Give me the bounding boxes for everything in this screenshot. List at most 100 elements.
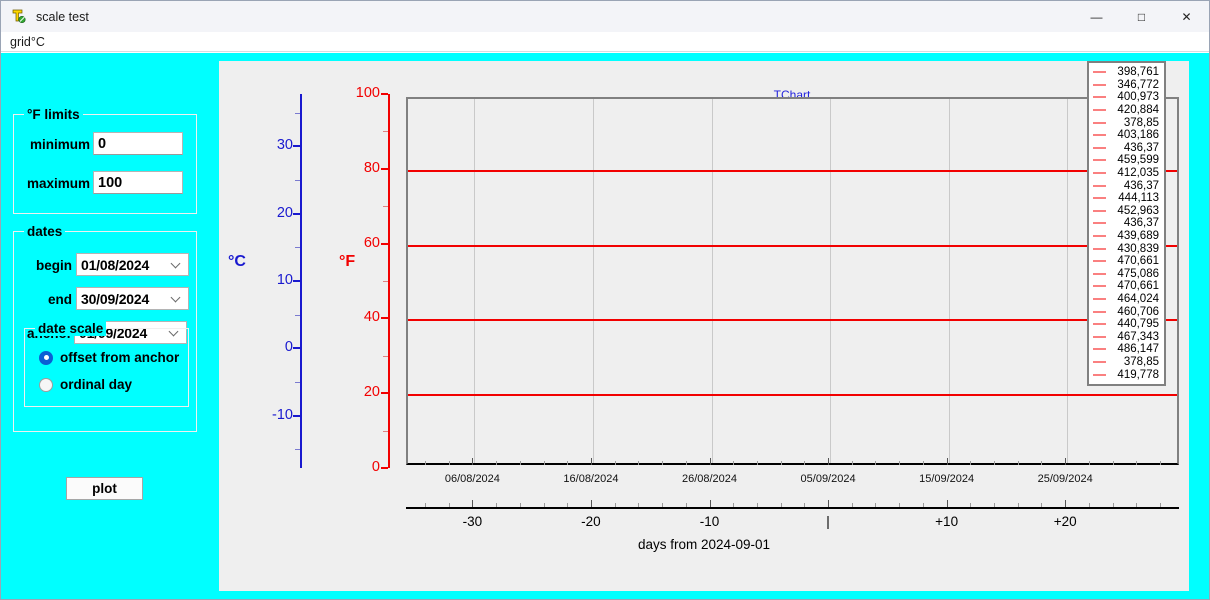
window-controls: — □ ✕ [1074, 1, 1209, 32]
offset-tick [448, 503, 450, 507]
offset-tick-label: | [826, 514, 830, 529]
date-tick [662, 461, 664, 465]
legend-item[interactable]: 444,113 [1093, 192, 1159, 205]
legend-series-marker-icon [1093, 373, 1106, 376]
legend-series-marker-icon [1093, 83, 1106, 86]
radio-button-icon[interactable] [39, 377, 53, 392]
fahrenheit-axis-line [388, 94, 390, 468]
legend-item[interactable]: 430,839 [1093, 242, 1159, 255]
date-tick [543, 461, 545, 465]
maximize-button[interactable]: □ [1119, 1, 1164, 32]
gridline-vertical [474, 99, 476, 463]
legend-series-marker-icon [1093, 272, 1106, 275]
chart-legend[interactable]: 398,761 346,772 400,973 420,884 378,85 403,18… [1087, 61, 1166, 386]
radio-label-offset-from-anchor: offset from anchor [60, 350, 180, 365]
legend-series-value: 440,795 [1117, 318, 1159, 331]
date-tick [922, 461, 924, 465]
radio-offset-from-anchor[interactable]: offset from anchor [39, 350, 179, 365]
legend-series-value: 459,599 [1117, 154, 1159, 167]
legend-item[interactable]: 440,795 [1093, 318, 1159, 331]
celsius-tick [293, 212, 300, 215]
date-tick [496, 461, 498, 465]
offset-tick [1017, 503, 1019, 507]
legend-item[interactable]: 400,973 [1093, 91, 1159, 104]
offset-tick [922, 503, 924, 507]
legend-series-value: 467,343 [1117, 330, 1159, 343]
legend-series-value: 444,113 [1118, 192, 1159, 205]
fahrenheit-tick-label: 20 [363, 384, 380, 401]
date-tick-label: 05/09/2024 [800, 473, 856, 485]
fahrenheit-tick [383, 206, 388, 208]
radio-button-icon[interactable] [39, 350, 53, 365]
offset-tick [851, 503, 853, 507]
maximum-input[interactable] [93, 171, 183, 194]
offset-tick [496, 503, 498, 507]
date-tick [851, 461, 853, 465]
legend-item[interactable]: 486,147 [1093, 343, 1159, 356]
legend-item[interactable]: 346,772 [1093, 79, 1159, 92]
date-tick [590, 458, 592, 465]
radio-label-ordinal-day: ordinal day [60, 377, 133, 392]
radio-ordinal-day[interactable]: ordinal day [39, 377, 132, 392]
legend-item[interactable]: 475,086 [1093, 268, 1159, 281]
date-tick [567, 461, 569, 465]
client-area: °F limits minimum maximum dates begin 01… [1, 53, 1209, 599]
legend-series-marker-icon [1093, 71, 1106, 74]
legend-item[interactable]: 378,85 [1093, 116, 1159, 129]
legend-item[interactable]: 436,37 [1093, 142, 1159, 155]
menu-item-grid-celsius[interactable]: grid°C [6, 35, 49, 49]
menu-bar: grid°C [1, 32, 1209, 52]
date-tick [875, 461, 877, 465]
legend-item[interactable]: 419,778 [1093, 368, 1159, 381]
legend-series-marker-icon [1093, 310, 1106, 313]
plot-button[interactable]: plot [66, 477, 143, 500]
minimum-input[interactable] [93, 132, 183, 155]
date-tick [970, 461, 972, 465]
close-button[interactable]: ✕ [1164, 1, 1209, 32]
legend-item[interactable]: 439,689 [1093, 230, 1159, 243]
legend-series-value: 378,85 [1123, 116, 1159, 129]
date-tick [1017, 461, 1019, 465]
legend-series-value: 470,661 [1117, 255, 1159, 268]
date-tick [709, 458, 711, 465]
celsius-tick [293, 145, 300, 148]
fahrenheit-axis-caption: °F [339, 253, 356, 270]
date-tick [994, 461, 996, 465]
date-tick [685, 461, 687, 465]
application-window: scale test — □ ✕ grid°C °F limits minimu… [0, 0, 1210, 600]
legend-series-marker-icon [1093, 159, 1106, 162]
legend-item[interactable]: 378,85 [1093, 356, 1159, 369]
legend-item[interactable]: 459,599 [1093, 154, 1159, 167]
legend-item[interactable]: 412,035 [1093, 167, 1159, 180]
legend-item[interactable]: 420,884 [1093, 104, 1159, 117]
legend-series-marker-icon [1093, 360, 1106, 363]
legend-item[interactable]: 403,186 [1093, 129, 1159, 142]
fahrenheit-tick-label: 40 [363, 309, 380, 326]
app-icon [10, 8, 27, 25]
begin-date-value: 01/08/2024 [81, 256, 150, 273]
legend-item[interactable]: 452,963 [1093, 205, 1159, 218]
fahrenheit-tick [381, 317, 388, 320]
legend-series-value: 412,035 [1117, 167, 1159, 180]
legend-item[interactable]: 436,37 [1093, 217, 1159, 230]
legend-series-value: 452,963 [1117, 204, 1159, 217]
legend-series-marker-icon [1093, 134, 1106, 137]
legend-item[interactable]: 464,024 [1093, 293, 1159, 306]
gridline-fahrenheit-40 [408, 319, 1177, 322]
legend-item[interactable]: 470,661 [1093, 280, 1159, 293]
legend-item[interactable]: 436,37 [1093, 179, 1159, 192]
end-date-combobox[interactable]: 30/09/2024 [76, 287, 189, 310]
chevron-down-icon [172, 294, 181, 303]
minimize-button[interactable]: — [1074, 1, 1119, 32]
gridline-fahrenheit-80 [408, 169, 1177, 172]
legend-series-marker-icon [1093, 285, 1106, 288]
legend-item[interactable]: 470,661 [1093, 255, 1159, 268]
date-tick-label: 16/08/2024 [563, 473, 619, 485]
date-tick [1136, 461, 1138, 465]
date-tick [472, 458, 474, 465]
begin-date-combobox[interactable]: 01/08/2024 [76, 253, 189, 276]
date-tick-label: 06/08/2024 [444, 473, 500, 485]
legend-item[interactable]: 467,343 [1093, 330, 1159, 343]
legend-item[interactable]: 460,706 [1093, 305, 1159, 318]
legend-item[interactable]: 398,761 [1093, 66, 1159, 79]
